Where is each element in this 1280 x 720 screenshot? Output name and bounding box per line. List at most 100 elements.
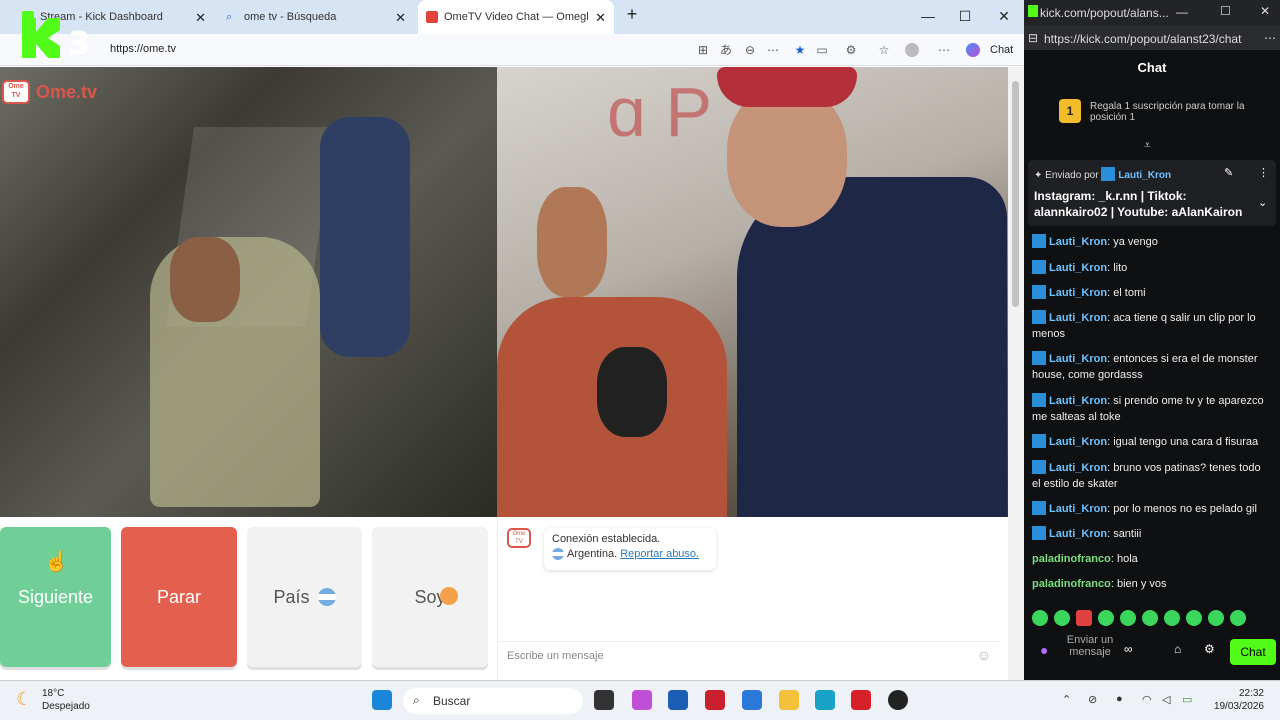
copilot-icon[interactable] [966, 43, 980, 57]
person-jersey [737, 177, 1007, 517]
emote-icon[interactable] [1164, 610, 1180, 626]
minimize-icon[interactable]: — [1176, 5, 1188, 19]
zoom-icon[interactable]: ⊖ [743, 43, 757, 57]
store-app-icon[interactable] [668, 690, 688, 710]
tab-title: ome tv - Búsqueda [244, 11, 337, 23]
volume-icon[interactable]: ◁ [1162, 693, 1170, 706]
chat-message: Lauti_Kron: santiii [1032, 526, 1272, 542]
emote-icon[interactable] [1186, 610, 1202, 626]
user-badge-icon [1101, 167, 1116, 181]
gift-banner[interactable]: Regala 1 suscripción para tomar la posic… [1090, 101, 1270, 123]
address-bar: https://ome.tv ⊞ あ ⊖ ⋯ ★ ▭ ⚙ ☆ ⋯ Chat [0, 34, 1024, 66]
emote-icon[interactable] [1032, 610, 1048, 626]
copilot-chat-label[interactable]: Chat [990, 44, 1013, 56]
chat-input[interactable]: Enviar un mensaje [1064, 634, 1116, 658]
chat-message: Lauti_Kron: lito [1032, 260, 1272, 276]
more-tools-icon[interactable]: ⋯ [766, 43, 780, 57]
chevron-down-icon[interactable]: ⌄ [1258, 196, 1267, 209]
menu-icon[interactable]: ⋯ [937, 43, 951, 57]
next-button[interactable]: Siguiente ☝ [0, 527, 111, 667]
camera-icon[interactable]: ▭ [815, 43, 829, 57]
system-message: Conexión establecida. Argentina. Reporta… [544, 528, 716, 570]
windows-taskbar: ☾ 18°C Despejado ⌕ Buscar ⌃ ⊘ ● ◠ ◁ ▭ 22… [0, 680, 1280, 720]
obs-app-icon[interactable] [888, 690, 908, 710]
network-off-icon[interactable]: ⊘ [1088, 693, 1097, 706]
chevron-up-icon[interactable]: ⌃ [1062, 693, 1071, 706]
emote-icon[interactable] [1142, 610, 1158, 626]
user-badge-icon [1032, 460, 1046, 474]
close-window-icon[interactable]: ✕ [1260, 4, 1270, 18]
tab-ometv[interactable]: OmeTV Video Chat — Omegl ✕ [418, 0, 614, 34]
extensions-icon[interactable]: ⚙ [844, 43, 858, 57]
taskbar-search[interactable]: ⌕ Buscar [403, 688, 583, 714]
apps-icon[interactable]: ⊞ [696, 43, 710, 57]
video-area: ɑ P [0, 67, 1008, 517]
battery-icon[interactable]: ▭ [1182, 693, 1192, 706]
pinned-message: ✦ Enviado por Lauti_Kron ✎ ⋮ Instagram: … [1028, 160, 1276, 226]
minimize-icon[interactable]: — [918, 8, 938, 24]
stop-button[interactable]: Parar [121, 527, 237, 667]
favorites-icon[interactable]: ☆ [877, 43, 891, 57]
close-tab-icon[interactable]: ✕ [595, 10, 606, 26]
url-field[interactable]: https://ome.tv [110, 43, 176, 55]
emote-icon[interactable] [1098, 610, 1114, 626]
send-chat-button[interactable]: Chat [1230, 639, 1276, 665]
unpin-icon[interactable]: ✎ [1224, 166, 1233, 179]
scrollbar-thumb[interactable] [1012, 81, 1019, 307]
remote-video [0, 67, 497, 517]
mcafee-app-icon[interactable] [705, 690, 725, 710]
weather-widget[interactable]: 18°C Despejado [42, 687, 90, 713]
copilot-app-icon[interactable] [632, 690, 652, 710]
chat-message: Lauti_Kron: igual tengo una cara d fisur… [1032, 434, 1272, 450]
search-favicon-icon: ⌕ [226, 11, 233, 23]
pin-icon: ✦ [1034, 170, 1043, 181]
country-button[interactable]: País [247, 527, 362, 667]
wifi-icon[interactable]: ◠ [1142, 693, 1152, 706]
file-explorer-icon[interactable] [779, 690, 799, 710]
maximize-icon[interactable]: ☐ [955, 8, 975, 25]
emoji-icon[interactable]: ☺ [977, 647, 991, 663]
tab-bar: Stream - Kick Dashboard ✕ ⌕ ome tv - Bús… [0, 0, 1024, 34]
new-tab-icon[interactable]: + [622, 4, 642, 25]
chat-message: Lauti_Kron: ya vengo [1032, 234, 1272, 250]
more-icon[interactable]: ⋯ [1264, 31, 1276, 45]
profile-avatar[interactable] [905, 43, 919, 57]
emote-icon[interactable] [1054, 610, 1070, 626]
maximize-icon[interactable]: ☐ [1220, 4, 1231, 18]
report-abuse-link[interactable]: Reportar abuso. [620, 548, 699, 560]
emote-icon[interactable] [1120, 610, 1136, 626]
store-icon[interactable]: ⌂ [1174, 642, 1181, 656]
tab-search[interactable]: ⌕ ome tv - Búsqueda ✕ [218, 0, 414, 34]
page-scrollbar[interactable] [1008, 67, 1024, 680]
mic-tray-icon[interactable]: ● [1116, 693, 1123, 705]
gender-button[interactable]: Soy [372, 527, 488, 667]
partner-country: Argentina. [567, 548, 618, 560]
outlook-app-icon[interactable] [742, 690, 762, 710]
close-window-icon[interactable]: ✕ [994, 8, 1014, 25]
task-view-icon[interactable] [594, 690, 614, 710]
taskbar-clock[interactable]: 22:32 19/03/2026 [1206, 687, 1264, 713]
emote-icon[interactable] [1076, 610, 1092, 626]
svg-text:3: 3 [68, 24, 90, 62]
collapse-icon[interactable]: ⩡ [1144, 138, 1151, 153]
infinity-icon[interactable]: ∞ [1124, 642, 1133, 656]
l-app-icon[interactable] [851, 690, 871, 710]
edge-app-icon[interactable] [815, 690, 835, 710]
pinned-text: Instagram: _k.r.nn | Tiktok: alannkairo0… [1034, 189, 1243, 219]
emote-icon[interactable] [1230, 610, 1246, 626]
close-tab-icon[interactable]: ✕ [195, 10, 206, 26]
person-face [537, 187, 607, 297]
tab-title: OmeTV Video Chat — Omegl [444, 11, 589, 23]
pinned-menu-icon[interactable]: ⋮ [1258, 166, 1269, 179]
argentina-flag-icon [317, 588, 336, 606]
emote-icon[interactable] [1208, 610, 1224, 626]
mic-icon[interactable]: ● [1040, 642, 1048, 658]
windows-start-icon[interactable] [372, 690, 392, 710]
kick-overlay-logo: 3 [22, 18, 90, 62]
favorite-star-icon[interactable]: ★ [793, 43, 807, 57]
close-tab-icon[interactable]: ✕ [395, 10, 406, 26]
message-input[interactable]: Escribe un mensaje ☺ [498, 641, 1001, 667]
translate-icon[interactable]: あ [719, 43, 733, 57]
settings-icon[interactable]: ⚙ [1204, 642, 1215, 656]
kick-url[interactable]: https://kick.com/popout/alanst23/chat [1044, 32, 1241, 46]
